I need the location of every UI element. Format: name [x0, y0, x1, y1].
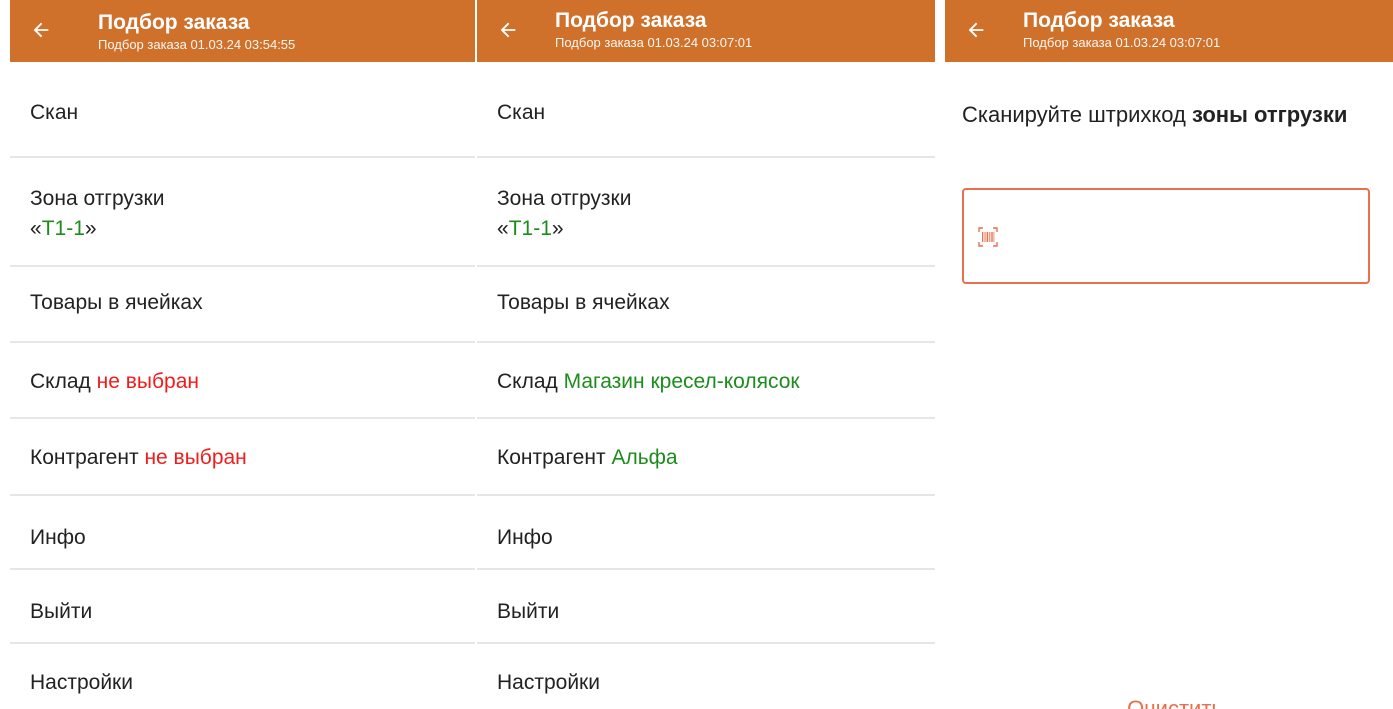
menu-item-settings[interactable]: Настройки [477, 644, 935, 709]
menu-item-label: Товары в ячейках [497, 291, 670, 314]
menu-item-goods-in-cells[interactable]: Товары в ячейках [477, 267, 935, 343]
clear-button[interactable]: Очистить [1105, 696, 1245, 709]
page-title: Подбор заказа [1023, 9, 1175, 32]
menu-item-label: Контрагент [497, 446, 606, 469]
arrow-left-icon [33, 22, 49, 38]
warehouse-value: Магазин кресел-колясок [563, 370, 800, 393]
menu-item-label: Зона отгрузки [30, 187, 165, 210]
menu-item-label: Товары в ячейках [30, 291, 203, 314]
prompt-bold: зоны отгрузки [1191, 102, 1348, 127]
arrow-left-icon [500, 22, 516, 38]
menu-item-shipping-zone[interactable]: Зона отгрузки «T1-1» [10, 158, 475, 267]
menu-item-info[interactable]: Инфо [10, 496, 475, 570]
menu-item-label: Настройки [497, 671, 600, 694]
menu-item-label: Склад [30, 370, 91, 393]
menu-list: Скан Зона отгрузки «T1-1» Товары в ячейк… [477, 62, 935, 709]
menu-list: Скан Зона отгрузки «T1-1» Товары в ячейк… [10, 62, 475, 709]
app-bar: Подбор заказа Подбор заказа 01.03.24 03:… [945, 0, 1393, 62]
menu-item-exit[interactable]: Выйти [10, 570, 475, 644]
quote-open: « [497, 217, 509, 240]
quote-close: » [551, 217, 564, 240]
back-button[interactable] [26, 15, 56, 45]
menu-item-warehouse[interactable]: Склад не выбран [10, 343, 475, 419]
menu-item-label: Зона отгрузки [497, 187, 632, 210]
counterparty-value: не выбран [144, 446, 247, 469]
menu-item-label: Скан [30, 101, 79, 124]
app-bar: Подбор заказа Подбор заказа 01.03.24 03:… [477, 0, 935, 62]
screen-3: Подбор заказа Подбор заказа 01.03.24 03:… [945, 0, 1393, 709]
menu-item-label: Настройки [30, 671, 133, 694]
quote-close: » [84, 217, 97, 240]
menu-item-warehouse[interactable]: Склад Магазин кресел-колясок [477, 343, 935, 419]
shipping-zone-value: T1-1 [41, 217, 85, 240]
menu-item-label: Склад [497, 370, 558, 393]
screen-1: Подбор заказа Подбор заказа 01.03.24 03:… [10, 0, 475, 709]
arrow-left-icon [968, 22, 984, 38]
menu-item-info[interactable]: Инфо [477, 496, 935, 570]
barcode-input[interactable] [962, 188, 1370, 284]
app-bar: Подбор заказа Подбор заказа 01.03.24 03:… [10, 0, 475, 62]
menu-item-label: Выйти [497, 600, 560, 623]
menu-item-shipping-zone[interactable]: Зона отгрузки «T1-1» [477, 158, 935, 267]
menu-item-scan[interactable]: Скан [10, 62, 475, 158]
menu-item-exit[interactable]: Выйти [477, 570, 935, 644]
menu-item-counterparty[interactable]: Контрагент не выбран [10, 419, 475, 496]
back-button[interactable] [493, 15, 523, 45]
page-title: Подбор заказа [98, 11, 250, 34]
menu-item-settings[interactable]: Настройки [10, 644, 475, 709]
quote-open: « [30, 217, 42, 240]
screen-2: Подбор заказа Подбор заказа 01.03.24 03:… [477, 0, 935, 709]
page-subtitle: Подбор заказа 01.03.24 03:07:01 [555, 35, 753, 50]
menu-item-goods-in-cells[interactable]: Товары в ячейках [10, 267, 475, 343]
page-title: Подбор заказа [555, 9, 707, 32]
back-button[interactable] [961, 15, 991, 45]
page-subtitle: Подбор заказа 01.03.24 03:54:55 [98, 37, 296, 52]
menu-item-label: Скан [497, 101, 546, 124]
barcode-icon [978, 227, 998, 247]
warehouse-value: не выбран [96, 370, 199, 393]
counterparty-value: Альфа [611, 446, 678, 469]
menu-item-counterparty[interactable]: Контрагент Альфа [477, 419, 935, 496]
prompt-text: Сканируйте штрихкод [962, 102, 1192, 127]
shipping-zone-value: T1-1 [508, 217, 552, 240]
menu-item-label: Инфо [497, 526, 553, 549]
page-subtitle: Подбор заказа 01.03.24 03:07:01 [1023, 35, 1221, 50]
scan-prompt: Сканируйте штрихкод зоны отгрузки [962, 98, 1382, 131]
menu-item-label: Инфо [30, 526, 86, 549]
menu-item-scan[interactable]: Скан [477, 62, 935, 158]
menu-item-label: Выйти [30, 600, 93, 623]
menu-item-label: Контрагент [30, 446, 139, 469]
